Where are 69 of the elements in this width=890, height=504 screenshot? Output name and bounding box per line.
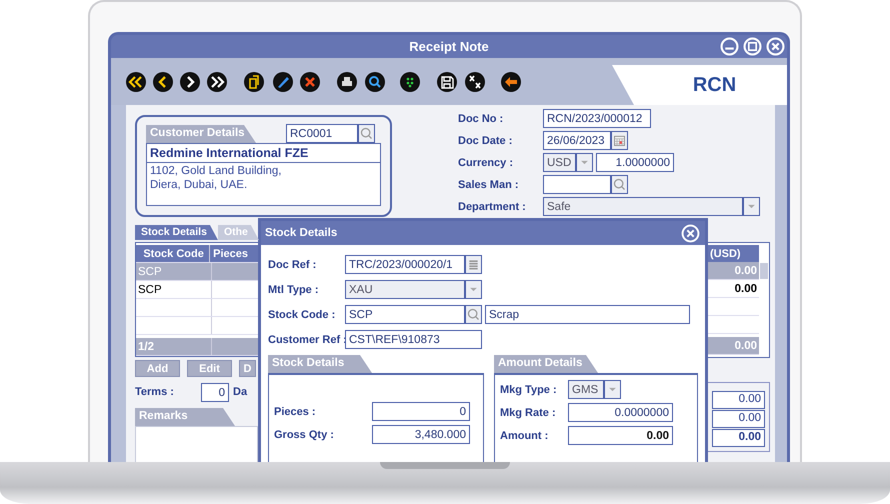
column-header: Pieces: [212, 246, 250, 262]
customer-address: 1102, Gold Land Building, Diera, Dubai, UAE.: [146, 162, 381, 206]
list-icon[interactable]: [465, 255, 482, 274]
dots-icon[interactable]: [399, 70, 421, 92]
exchange-rate-field[interactable]: 1.0000000: [596, 153, 674, 172]
department-select[interactable]: Safe: [543, 197, 743, 216]
close-icon[interactable]: [766, 37, 785, 56]
field-label: Mkg Type :: [500, 384, 558, 396]
salesman-field[interactable]: [543, 175, 611, 194]
search-icon[interactable]: [611, 175, 628, 194]
scrollbar-thumb[interactable]: [760, 263, 768, 279]
field-label: Sales Man :: [458, 178, 520, 190]
field-label: Mtl Type :: [268, 284, 320, 296]
delete-icon[interactable]: [299, 70, 321, 92]
search-icon[interactable]: [358, 124, 375, 143]
floppy-disk-icon[interactable]: [436, 70, 458, 92]
amount-field[interactable]: 0.00: [568, 426, 673, 445]
table-cell: 0.00: [734, 340, 757, 352]
material-type-select[interactable]: XAU: [345, 280, 465, 299]
pencil-icon[interactable]: [272, 70, 294, 92]
field-label: Mkg Rate :: [500, 406, 557, 418]
minimize-icon[interactable]: [720, 37, 739, 56]
table-cell: 0.00: [734, 264, 757, 276]
customer-name: Redmine International FZE: [146, 143, 381, 162]
terms-field[interactable]: 0: [201, 382, 229, 402]
table-cell: 0.00: [734, 282, 757, 294]
field-label: Doc No :: [458, 112, 504, 124]
field-label: Gross Qty :: [274, 428, 335, 440]
total-field: 0.00: [712, 391, 765, 409]
customer-code-field[interactable]: RC0001: [286, 124, 358, 143]
close-icon[interactable]: [681, 224, 700, 242]
field-label: Pieces :: [274, 406, 317, 418]
detail-tab[interactable]: Stock Details: [135, 225, 218, 240]
printer-icon[interactable]: [336, 70, 358, 92]
dialog-title: Stock Details: [265, 227, 338, 239]
quantity-field[interactable]: 3,480.000: [372, 425, 470, 444]
maximize-icon[interactable]: [743, 37, 762, 56]
search-icon[interactable]: [465, 305, 482, 324]
making-type-select[interactable]: GMS: [568, 380, 604, 399]
document-icon[interactable]: [243, 70, 265, 92]
record-counter: 1/2: [138, 340, 154, 352]
stock-code-field[interactable]: SCP: [345, 305, 465, 324]
field-label: Terms :: [135, 386, 175, 398]
field-label: Department :: [458, 200, 527, 212]
window-title: Receipt Note: [409, 39, 489, 54]
field-label: Stock Code :: [268, 308, 336, 320]
currency-select[interactable]: USD: [543, 153, 576, 172]
calendar-icon[interactable]: [611, 131, 628, 150]
field-label: Amount :: [500, 430, 550, 442]
column-header: Stock Code: [136, 245, 210, 262]
search-icon[interactable]: [364, 70, 386, 92]
field-label: Currency :: [458, 156, 514, 168]
total-field: 0.00: [712, 429, 765, 447]
terms-unit: Da: [233, 386, 248, 398]
clear-icon[interactable]: [464, 70, 486, 92]
table-cell: SCP: [138, 284, 162, 296]
stock-description-field[interactable]: Scrap: [485, 305, 690, 324]
field-label: Doc Date :: [458, 134, 514, 146]
doc-ref-field[interactable]: TRC/2023/000020/1: [345, 255, 465, 274]
table-cell: SCP: [138, 266, 162, 278]
quantity-field[interactable]: 0: [372, 402, 470, 421]
column-header: (USD): [710, 248, 741, 260]
amount-field[interactable]: 0.0000000: [568, 403, 673, 422]
document-code: RCN: [692, 74, 736, 96]
field-label: Doc Ref :: [268, 258, 318, 270]
total-field: 0.00: [712, 410, 765, 428]
customer-ref-field[interactable]: CST\REF\910873: [345, 330, 482, 349]
date-field[interactable]: 26/06/2023: [543, 131, 611, 150]
doc-number-field[interactable]: RCN/2023/000012: [543, 109, 651, 128]
